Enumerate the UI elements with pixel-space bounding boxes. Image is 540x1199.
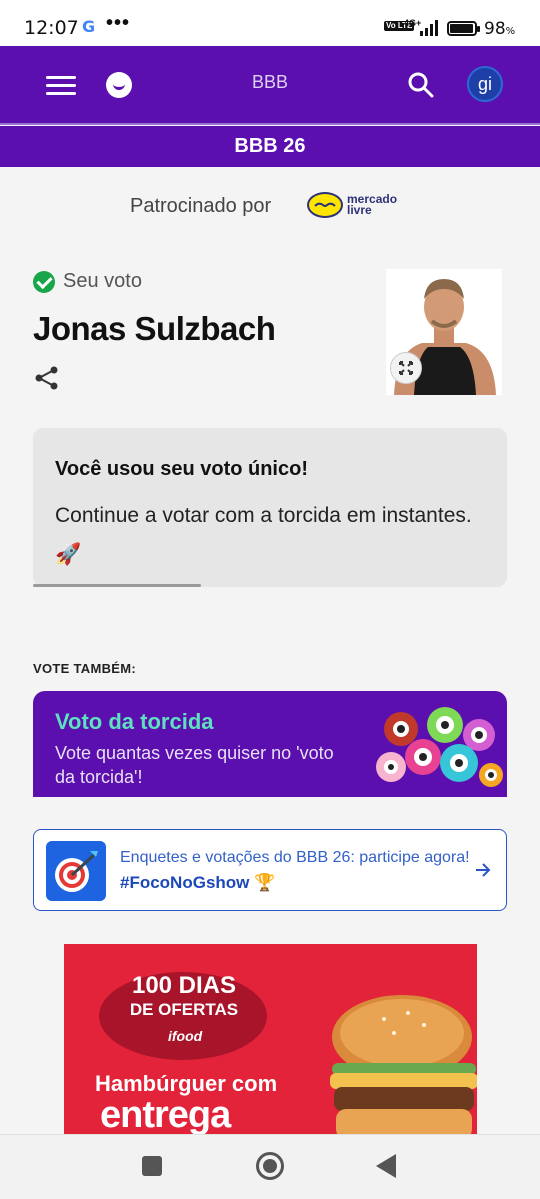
section-title[interactable]: BBB 26 — [0, 126, 540, 167]
eye-mascots-illustration — [376, 707, 503, 787]
mercado-livre-logo-icon — [307, 192, 343, 218]
candidate-name: Jonas Sulzbach — [33, 310, 276, 347]
battery-percent: 98% — [484, 19, 516, 39]
foco-hashtag: #FocoNoGshow 🏆 — [120, 873, 276, 892]
countdown-progress-bar — [33, 584, 201, 587]
mercado-livre-wordmark: mercado livre — [347, 192, 398, 217]
battery-icon — [447, 21, 480, 36]
share-icon[interactable] — [34, 365, 60, 391]
expand-photo-button[interactable] — [390, 352, 422, 384]
foco-no-gshow-banner[interactable]: Enquetes e votações do BBB 26: participe… — [33, 829, 507, 911]
more-notifications-icon: ••• — [106, 12, 131, 34]
recent-apps-icon[interactable] — [142, 1156, 162, 1176]
vote-also-label: VOTE TAMBÉM: — [33, 661, 137, 676]
info-message: Continue a votar com a torcida em instan… — [55, 504, 472, 566]
status-time: 12:07 — [24, 17, 79, 39]
expand-icon — [399, 361, 413, 375]
check-icon — [33, 271, 55, 293]
home-icon[interactable] — [256, 1152, 284, 1180]
vote-status-label: Seu voto — [63, 270, 142, 292]
system-nav-bar — [0, 1134, 540, 1199]
google-icon: G — [82, 17, 96, 36]
header-divider — [0, 123, 540, 125]
status-bar: 12:07 G ••• Vo LTE 4G+ 98% — [0, 0, 540, 46]
header-title: BBB — [251, 72, 289, 92]
ad-badge-line2: DE OFERTAS — [129, 1000, 239, 1019]
ad-badge-line1: 100 DIAS — [131, 972, 237, 999]
sponsor-label: Patrocinado por — [130, 195, 272, 217]
network-type: 4G+ — [404, 18, 422, 28]
arrow-right-icon[interactable] — [474, 860, 492, 880]
app-header: BBB gi — [0, 46, 540, 125]
info-title: Você usou seu voto único! — [55, 458, 308, 480]
ifood-logo: ifood — [168, 1028, 203, 1044]
user-avatar[interactable]: gi — [467, 66, 503, 102]
burger-image — [330, 995, 477, 1134]
back-icon[interactable] — [376, 1154, 396, 1178]
search-icon[interactable] — [408, 72, 434, 98]
ifood-ad-banner[interactable]: 100 DIAS DE OFERTAS ifood Hambúrguer com… — [64, 944, 477, 1134]
promo-subtitle: Vote quantas vezes quiser no 'voto da to… — [55, 743, 334, 787]
ad-headline-2: entrega — [100, 1094, 231, 1134]
target-icon — [46, 841, 106, 901]
signal-icon — [420, 20, 438, 36]
promo-title: Voto da torcida — [55, 709, 214, 734]
vote-info-box: Você usou seu voto único! Continue a vot… — [33, 428, 507, 587]
voto-da-torcida-card[interactable]: Voto da torcida Vote quantas vezes quise… — [33, 691, 507, 797]
foco-description: Enquetes e votações do BBB 26: participe… — [120, 849, 470, 866]
